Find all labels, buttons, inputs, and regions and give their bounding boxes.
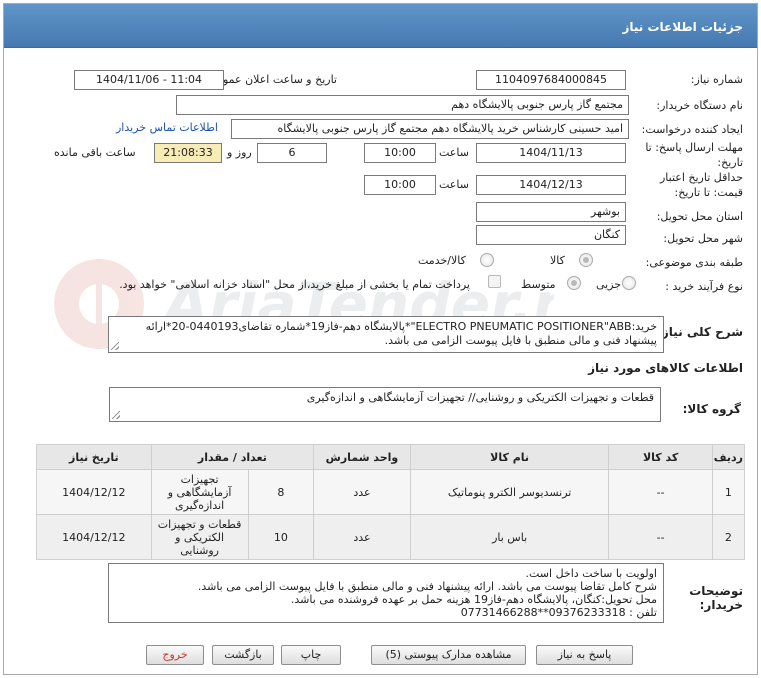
deadline-date-field: 1404/11/13 xyxy=(476,143,626,163)
city-label: شهر محل تحویل: xyxy=(663,232,743,245)
category-label: طبقه بندی موضوعی: xyxy=(645,256,743,269)
cell-group-line: قطعات و تجهیزات xyxy=(157,517,242,531)
cell-group-line: الکتریکی و xyxy=(175,530,225,544)
cell-group-line: اندازه‌گیری xyxy=(174,498,225,512)
payment-note: پرداخت تمام یا بخشی از مبلغ خرید،از محل … xyxy=(119,278,470,291)
goods-group-text: قطعات و تجهیزات الکتریکی و روشنایی// تجه… xyxy=(306,391,654,404)
title-bar: جزئیات اطلاعات نیاز xyxy=(4,4,757,48)
cell-quantity: 10 قطعات و تجهیزات الکتریکی و روشنایی xyxy=(150,514,315,560)
buyer-notes-line: اولویت با ساخت داخل است. xyxy=(525,567,658,580)
cell-unit: عدد xyxy=(313,469,411,515)
validity-time-field: 10:00 xyxy=(364,175,436,195)
buyer-contact-link[interactable]: اطلاعات تماس خریدار xyxy=(116,121,218,134)
reply-button[interactable]: پاسخ به نیاز xyxy=(536,645,633,665)
province-label: استان محل تحویل: xyxy=(656,210,743,223)
cell-group: قطعات و تجهیزات الکتریکی و روشنایی xyxy=(152,515,249,559)
col-header-row-number: ردیف xyxy=(711,444,746,470)
table-row: 2 -- باس بار عدد 10 قطعات و تجهیزات الکت… xyxy=(36,514,746,560)
detail-window: جزئیات اطلاعات نیاز AriaTender.net شماره… xyxy=(3,3,758,675)
cell-group: تجهیزات آزمایشگاهی و اندازه‌گیری xyxy=(152,470,249,514)
buyer-notes-field: اولویت با ساخت داخل است. شرح کامل تقاضا … xyxy=(108,563,664,623)
need-number-label: شماره نیاز: xyxy=(690,73,743,86)
quantity-value: 8 xyxy=(277,485,285,499)
cell-quantity: 8 تجهیزات آزمایشگاهی و اندازه‌گیری xyxy=(150,469,315,515)
cell-group-line: تجهیزات xyxy=(180,472,219,486)
cell-code: -- xyxy=(608,469,713,515)
buyer-notes-label-2: خریدار: xyxy=(699,598,743,612)
cell-need-date: 1404/12/12 xyxy=(36,514,152,560)
treasury-checkbox[interactable] xyxy=(488,275,501,288)
col-header-code: کد کالا xyxy=(608,444,713,470)
goods-group-field: قطعات و تجهیزات الکتریکی و روشنایی// تجه… xyxy=(109,387,661,422)
exit-button[interactable]: خروج xyxy=(146,645,204,665)
table-header-row: ردیف کد کالا نام کالا واحد شمارش تعداد /… xyxy=(36,444,746,470)
category-radio-goods[interactable] xyxy=(579,253,593,267)
col-header-unit: واحد شمارش xyxy=(313,444,411,470)
cell-need-date: 1404/12/12 xyxy=(36,469,152,515)
province-field: بوشهر xyxy=(476,202,626,222)
validity-time-label: ساعت xyxy=(439,178,469,191)
quantity-value: 10 xyxy=(273,530,288,544)
deadline-time-label: ساعت xyxy=(439,146,469,159)
col-header-quantity: تعداد / مقدار xyxy=(150,444,315,470)
attachments-button[interactable]: مشاهده مدارک پیوستی (5) xyxy=(371,645,526,665)
table-row: 1 -- ترنسدیوسر الکترو پنوماتیک عدد 8 تجه… xyxy=(36,469,746,515)
buyer-org-field: مجتمع گاز پارس جنوبی پالایشگاه دهم xyxy=(176,95,629,115)
cell-code: -- xyxy=(608,514,713,560)
cell-name: ترنسدیوسر الکترو پنوماتیک xyxy=(409,469,610,515)
city-field: کنگان xyxy=(476,225,626,245)
deadline-time-field: 10:00 xyxy=(364,143,436,163)
validity-date-field: 1404/12/13 xyxy=(476,175,626,195)
buyer-notes-line: تلفن : 09376233318**07731466288 xyxy=(460,606,657,619)
process-option-medium: متوسط xyxy=(521,278,556,291)
category-radio-goods-service[interactable] xyxy=(480,253,494,267)
process-radio-medium[interactable] xyxy=(567,276,581,290)
cell-name: باس بار xyxy=(409,514,610,560)
announce-label: تاریخ و ساعت اعلان عمومی: xyxy=(204,73,337,86)
validity-label: حداقل تاریخ اعتبار xyxy=(659,171,743,184)
creator-field: امید حسینی کارشناس خرید پالایشگاه دهم مج… xyxy=(231,119,629,139)
description-label: شرح کلی نیاز: xyxy=(657,325,743,339)
print-button[interactable]: چاپ xyxy=(281,645,341,665)
days-remaining-field: 6 xyxy=(257,143,327,163)
cell-group-line: روشنایی xyxy=(180,543,219,557)
need-number-field: 1104097684000845 xyxy=(476,70,626,90)
process-option-minor: جزیی xyxy=(596,278,622,291)
col-header-need-date: تاریخ نیاز xyxy=(36,444,152,470)
resize-handle[interactable] xyxy=(111,342,119,350)
remaining-time-field: 21:08:33 xyxy=(154,143,222,163)
description-text: خرید:ELECTRO PNEUMATIC POSITIONER"ABB"*پ… xyxy=(145,320,657,347)
goods-info-title: اطلاعات کالاهای مورد نیاز xyxy=(588,361,743,375)
buyer-notes-line: محل تحویل:کنگان، پالایشگاه دهم-فاز19 هزی… xyxy=(290,593,657,606)
buyer-notes-label: توضیحات xyxy=(689,584,743,598)
category-option-goods: کالا xyxy=(550,254,565,267)
back-button[interactable]: بازگشت xyxy=(212,645,274,665)
description-field: خرید:ELECTRO PNEUMATIC POSITIONER"ABB"*پ… xyxy=(108,316,664,353)
process-radio-minor[interactable] xyxy=(622,276,636,290)
remaining-time-label: ساعت باقی مانده xyxy=(54,146,136,159)
cell-row-number: 2 xyxy=(711,514,746,560)
buyer-notes-line: شرح کامل تقاضا پیوست می باشد. ارائه پیشن… xyxy=(197,580,657,593)
goods-table: ردیف کد کالا نام کالا واحد شمارش تعداد /… xyxy=(36,444,746,560)
validity-label-date: قیمت: تا تاریخ: xyxy=(674,186,743,199)
announce-datetime-field: 1404/11/06 - 11:04 xyxy=(74,70,224,90)
resize-handle[interactable] xyxy=(112,411,120,419)
buyer-org-label: نام دستگاه خریدار: xyxy=(656,99,743,112)
deadline-label-date: تاریخ: xyxy=(717,156,743,169)
goods-group-label: گروه کالا: xyxy=(682,402,741,416)
cell-row-number: 1 xyxy=(711,469,746,515)
creator-label: ایجاد کننده درخواست: xyxy=(641,123,743,136)
process-label: نوع فرآیند خرید : xyxy=(665,280,743,293)
deadline-label: مهلت ارسال پاسخ: تا xyxy=(645,141,743,154)
days-label: روز و xyxy=(227,146,252,159)
col-header-name: نام کالا xyxy=(409,444,610,470)
window-title: جزئیات اطلاعات نیاز xyxy=(622,20,743,34)
cell-unit: عدد xyxy=(313,514,411,560)
cell-group-line: آزمایشگاهی و xyxy=(167,485,232,499)
category-option-goods-service: کالا/خدمت xyxy=(418,254,466,267)
